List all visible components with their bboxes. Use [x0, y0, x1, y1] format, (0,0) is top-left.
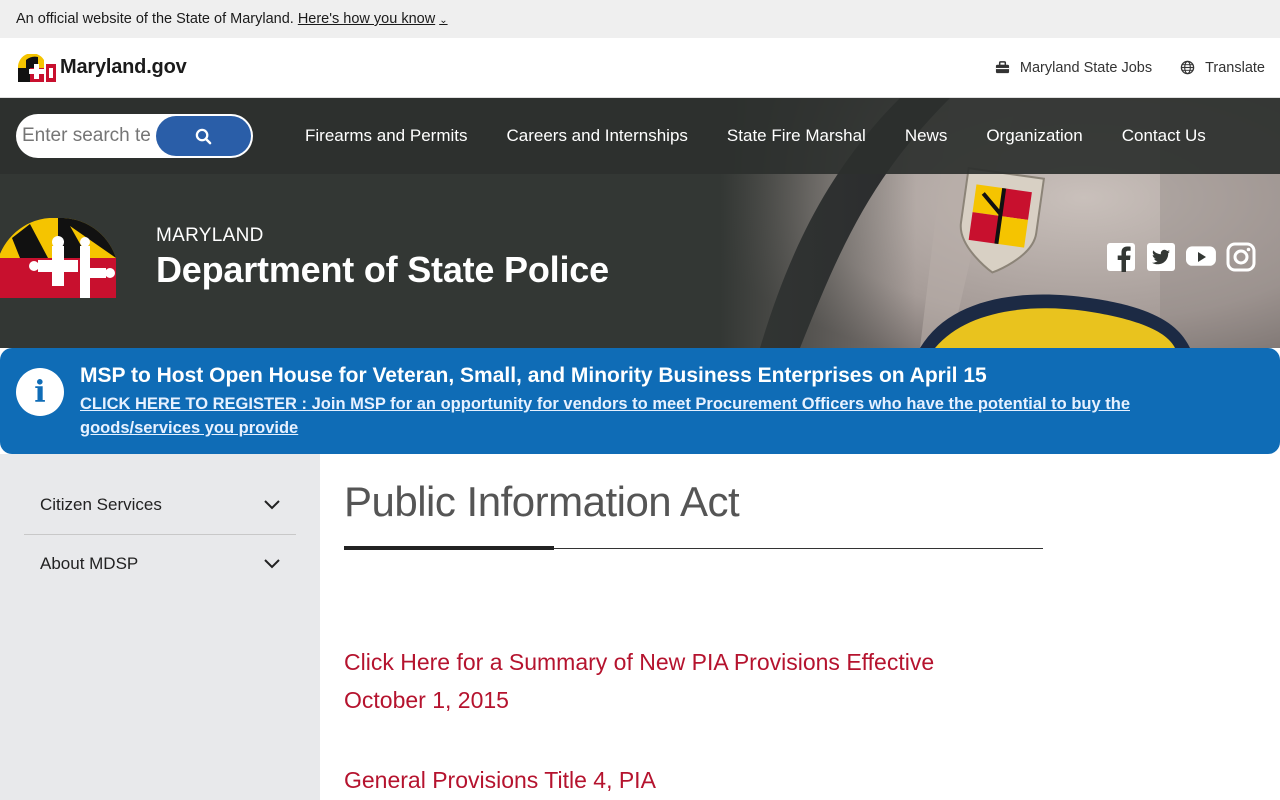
youtube-link[interactable]	[1186, 242, 1216, 272]
globe-icon	[1180, 60, 1195, 75]
sidebar-menu: Citizen Services About MDSP	[0, 454, 320, 800]
chevron-down-icon	[264, 500, 280, 510]
header-utility-links: Maryland State Jobs Translate	[995, 60, 1265, 76]
facebook-icon	[1107, 243, 1135, 272]
translate-link[interactable]: Translate	[1180, 60, 1265, 76]
nav-menu: Firearms and Permits Careers and Interns…	[305, 126, 1206, 146]
sidebar-item-citizen-services[interactable]: Citizen Services	[24, 476, 296, 534]
nav-organization[interactable]: Organization	[986, 126, 1082, 146]
agency-title: Department of State Police	[156, 249, 609, 290]
nav-news[interactable]: News	[905, 126, 948, 146]
agency-hero: Firearms and Permits Careers and Interns…	[0, 98, 1280, 348]
twitter-link[interactable]	[1146, 242, 1176, 272]
main-content: Public Information Act Click Here for a …	[320, 454, 1043, 800]
maryland-gov-logo[interactable]: Maryland.gov	[16, 53, 187, 82]
page-title: Public Information Act	[344, 478, 740, 525]
heres-how-you-know-label: Here's how you know	[297, 11, 436, 27]
maryland-flag-logo-icon	[0, 218, 116, 298]
sidebar-item-label: About MDSP	[40, 553, 139, 573]
title-divider	[344, 546, 1043, 550]
search-icon	[195, 128, 212, 144]
nav-state-fire-marshal[interactable]: State Fire Marshal	[727, 126, 866, 146]
heres-how-you-know-link[interactable]: Here's how you know ⌄	[298, 11, 448, 27]
main-navigation: Firearms and Permits Careers and Interns…	[0, 98, 1280, 174]
nav-careers-internships[interactable]: Careers and Internships	[506, 126, 687, 146]
announcement-alert: i MSP to Host Open House for Veteran, Sm…	[0, 348, 1280, 454]
briefcase-icon	[995, 61, 1009, 74]
info-icon: i	[16, 368, 64, 416]
chevron-down-icon: ⌄	[439, 14, 448, 26]
search-button[interactable]	[156, 116, 251, 156]
alert-register-link[interactable]: CLICK HERE TO REGISTER : Join MSP for an…	[80, 392, 1220, 440]
translate-label: Translate	[1205, 59, 1265, 76]
state-jobs-link[interactable]: Maryland State Jobs	[995, 60, 1152, 76]
official-site-text: An official website of the State of Mary…	[16, 11, 294, 27]
official-site-banner: An official website of the State of Mary…	[0, 0, 1280, 38]
alert-body: MSP to Host Open House for Veteran, Smal…	[80, 364, 1220, 454]
site-header: Maryland.gov Maryland State Jobs Transla…	[0, 38, 1280, 98]
agency-name: MARYLAND Department of State Police	[156, 225, 609, 291]
social-links	[1106, 242, 1256, 272]
state-jobs-label: Maryland State Jobs	[1019, 59, 1153, 76]
pia-summary-link[interactable]: Click Here for a Summary of New PIA Prov…	[344, 643, 1004, 719]
instagram-link[interactable]	[1226, 242, 1256, 272]
alert-title: MSP to Host Open House for Veteran, Smal…	[80, 364, 987, 387]
maryland-flag-icon	[17, 53, 56, 82]
youtube-icon	[1186, 246, 1216, 266]
facebook-link[interactable]	[1106, 242, 1136, 272]
chevron-down-icon	[264, 558, 280, 568]
search-box	[16, 114, 253, 158]
twitter-icon	[1147, 243, 1175, 271]
content-area: Citizen Services About MDSP Public Infor…	[0, 454, 1280, 800]
sidebar-item-about-mdsp[interactable]: About MDSP	[24, 534, 296, 592]
agency-state-label: MARYLAND	[156, 225, 264, 246]
nav-contact-us[interactable]: Contact Us	[1122, 126, 1206, 146]
instagram-icon	[1226, 242, 1256, 272]
agency-identity[interactable]: MARYLAND Department of State Police	[0, 218, 609, 298]
sidebar-item-label: Citizen Services	[40, 495, 162, 514]
maryland-gov-wordmark: Maryland.gov	[60, 56, 187, 78]
general-provisions-link[interactable]: General Provisions Title 4, PIA	[344, 761, 1043, 799]
search-input[interactable]	[22, 125, 150, 147]
nav-firearms-permits[interactable]: Firearms and Permits	[305, 126, 467, 146]
